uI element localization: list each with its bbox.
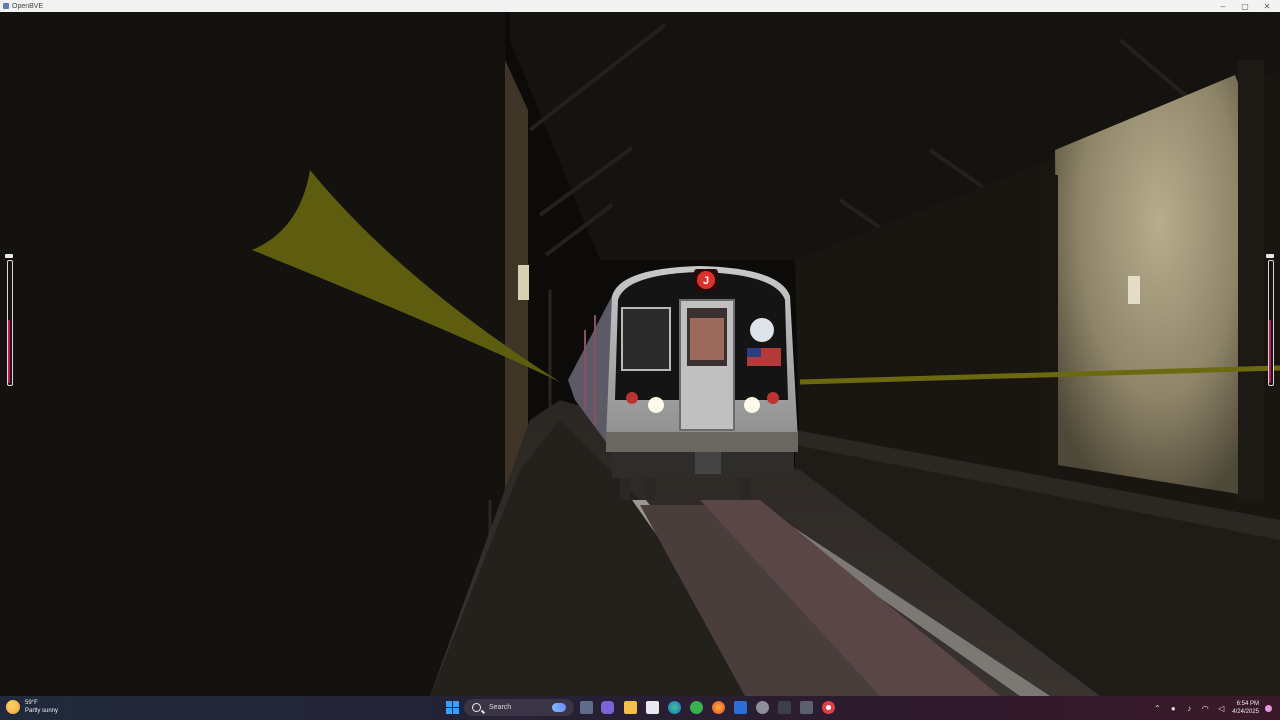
- route-bullet-letter: J: [703, 275, 709, 287]
- weather-condition: Partly sunny: [25, 708, 59, 714]
- system-clock[interactable]: 6:54 PM 4/24/2025: [1232, 700, 1259, 716]
- search-icon: [472, 703, 481, 712]
- clock-time: 6:54 PM: [1236, 701, 1259, 707]
- left-tunnel-wall: [0, 12, 505, 696]
- notification-icon[interactable]: [1265, 704, 1272, 712]
- tunnel-scene: J: [0, 12, 1280, 696]
- wall-lamp-right: [1128, 276, 1140, 304]
- network-icon[interactable]: ◠: [1200, 703, 1210, 713]
- volume-icon[interactable]: ◁: [1216, 703, 1226, 713]
- weather-widget[interactable]: 59°F Partly sunny: [6, 699, 58, 715]
- chrome-icon[interactable]: [822, 701, 835, 714]
- weather-sun-icon: [6, 700, 20, 714]
- chat-icon[interactable]: [601, 701, 614, 714]
- left-gauge-fill: [8, 320, 10, 383]
- wall-lamp-left: [518, 265, 529, 300]
- openbve-app-icon: [3, 3, 9, 9]
- simulator-viewport[interactable]: J: [0, 12, 1280, 696]
- clock-date: 4/24/2025: [1232, 709, 1259, 715]
- settings-icon[interactable]: [756, 701, 769, 714]
- chevron-up-icon[interactable]: ⌃: [1152, 703, 1162, 713]
- train-front: [606, 266, 798, 500]
- openbve-taskbar-icon[interactable]: [800, 701, 813, 714]
- app-tray-icon[interactable]: ●: [1168, 703, 1178, 713]
- start-button[interactable]: [446, 701, 459, 714]
- task-view-icon[interactable]: [580, 701, 593, 714]
- window-title: OpenBVE: [12, 2, 44, 10]
- right-gauge-fill: [1269, 320, 1271, 383]
- right-level-gauge: [1266, 254, 1274, 386]
- search-highlight-icon: [552, 703, 566, 712]
- terminal-icon[interactable]: [778, 701, 791, 714]
- maximize-button[interactable]: ▢: [1234, 0, 1256, 12]
- system-tray: ⌃ ● ♪ ◠ ◁ 6:54 PM 4/24/2025: [1152, 696, 1280, 720]
- minimize-button[interactable]: –: [1212, 0, 1234, 12]
- firefox-icon[interactable]: [712, 701, 725, 714]
- weather-temp: 59°F: [25, 700, 38, 706]
- search-placeholder: Search: [489, 704, 512, 711]
- close-button[interactable]: ✕: [1256, 0, 1278, 12]
- mic-icon[interactable]: ♪: [1184, 703, 1194, 713]
- xbox-icon[interactable]: [690, 701, 703, 714]
- taskbar-search-box[interactable]: Search: [464, 699, 574, 716]
- word-icon[interactable]: [734, 701, 747, 714]
- taskbar: 59°F Partly sunny Search ⌃ ● ♪ ◠ ◁ 6:54 …: [0, 696, 1280, 720]
- edge-icon[interactable]: [668, 701, 681, 714]
- file-explorer-icon[interactable]: [624, 701, 637, 714]
- store-icon[interactable]: [646, 701, 659, 714]
- left-level-gauge: [5, 254, 13, 386]
